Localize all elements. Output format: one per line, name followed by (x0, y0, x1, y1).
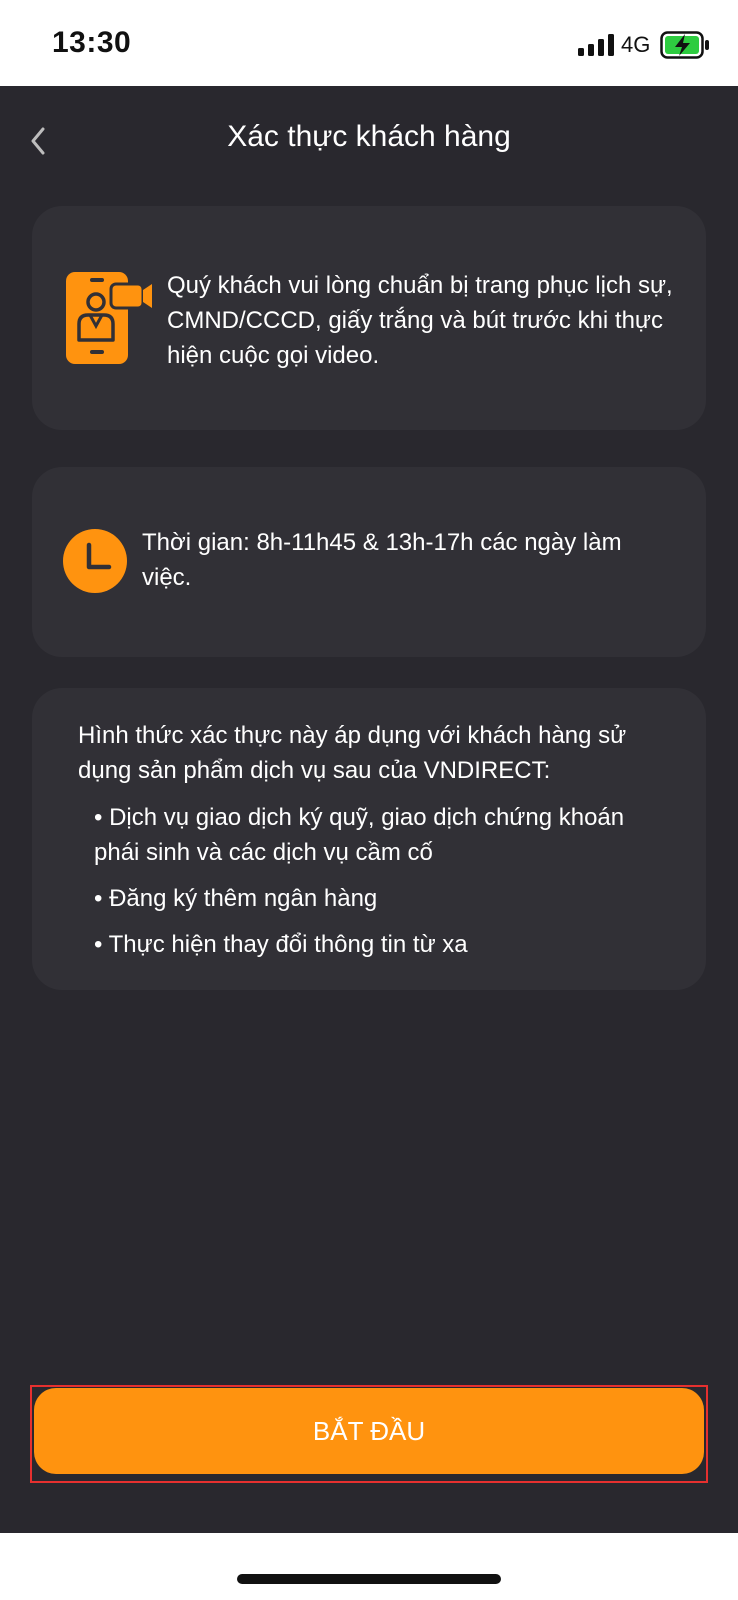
nav-bar: Xác thực khách hàng (0, 86, 738, 196)
clock-icon (63, 529, 127, 593)
preparation-card: Quý khách vui lòng chuẩn bị trang phục l… (32, 206, 706, 430)
home-area (0, 1533, 738, 1600)
status-time: 13:30 (52, 26, 132, 59)
scope-card: Hình thức xác thực này áp dụng với khách… (32, 688, 706, 990)
screen: Xác thực khách hàng Quý khách vui lòng c… (0, 86, 738, 1533)
network-label: 4G (621, 32, 651, 57)
battery-charging-icon (660, 31, 709, 59)
video-call-icon (66, 272, 152, 364)
status-bar: 13:30 4G (0, 0, 738, 86)
hours-card: Thời gian: 8h-11h45 & 13h-17h các ngày l… (32, 467, 706, 657)
list-item: Dịch vụ giao dịch ký quỹ, giao dịch chứn… (94, 800, 674, 870)
list-item: Đăng ký thêm ngân hàng (94, 881, 674, 916)
scope-list: Dịch vụ giao dịch ký quỹ, giao dịch chứn… (94, 800, 674, 973)
signal-icon (578, 34, 614, 56)
home-indicator[interactable] (237, 1574, 501, 1584)
page-title: Xác thực khách hàng (227, 120, 511, 153)
hours-text: Thời gian: 8h-11h45 & 13h-17h các ngày l… (142, 529, 622, 591)
list-item: Thực hiện thay đổi thông tin từ xa (94, 927, 674, 962)
preparation-text: Quý khách vui lòng chuẩn bị trang phục l… (167, 272, 673, 369)
scope-intro: Hình thức xác thực này áp dụng với khách… (78, 722, 627, 784)
start-button[interactable]: BẮT ĐẦU (34, 1388, 704, 1474)
